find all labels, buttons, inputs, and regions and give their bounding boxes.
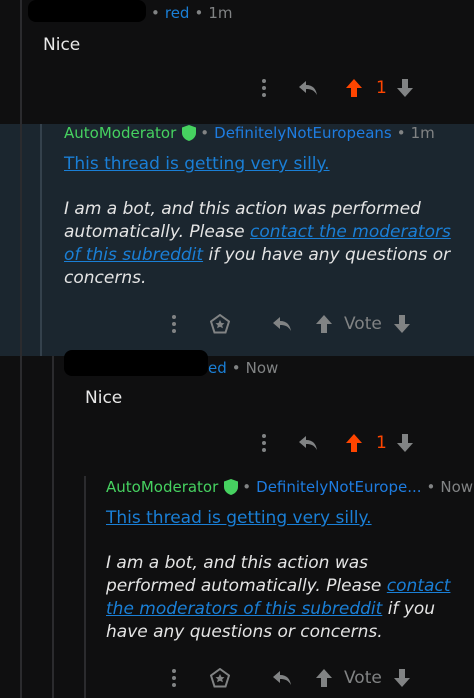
comment-body: Nice — [85, 388, 123, 408]
comment-meta: ed • Now — [208, 359, 278, 377]
meta-dot: • — [231, 359, 241, 377]
mod-reply-meta: AutoModerator • DefinitelyNotEurope... •… — [106, 478, 473, 496]
meta-dot: • — [200, 124, 210, 142]
username[interactable]: ed — [208, 359, 227, 377]
contact-mods-link[interactable]: contact the moderators — [250, 222, 451, 242]
reply-icon[interactable] — [278, 80, 338, 96]
downvote-icon[interactable] — [390, 314, 414, 334]
username[interactable]: red — [165, 4, 190, 22]
upvote-icon[interactable] — [338, 78, 370, 98]
shield-icon — [224, 479, 239, 495]
meta-dot: • — [426, 478, 436, 496]
mod-username[interactable]: AutoModerator — [64, 124, 176, 142]
contact-mods-link[interactable]: contact — [387, 576, 451, 596]
timestamp: 1m — [208, 4, 233, 22]
bot-line: have any questions or concerns. — [106, 622, 383, 642]
mod-username[interactable]: AutoModerator — [106, 478, 218, 496]
subreddit-mods-link[interactable]: of this subreddit — [64, 245, 203, 265]
timestamp: 1m — [410, 124, 435, 142]
timestamp: Now — [440, 478, 474, 496]
bot-line: performed automatically. Please contact — [106, 575, 466, 598]
bot-text: if you — [382, 599, 436, 619]
meta-dot: • — [242, 478, 252, 496]
meta-dot: • — [151, 4, 160, 22]
redacted-username — [64, 350, 208, 376]
bot-text: performed automatically. Please — [106, 576, 387, 596]
meta-dot: • — [396, 124, 406, 142]
subreddit-mods-link[interactable]: the moderators of this subreddit — [106, 599, 382, 619]
thread-line-3[interactable] — [52, 356, 54, 698]
bot-line: of this subreddit if you have any questi… — [64, 244, 464, 267]
mod-reply-meta: AutoModerator • DefinitelyNotEuropeans •… — [64, 124, 435, 142]
mod-reply-actions: Vote — [160, 314, 414, 334]
headline-link[interactable]: This thread is getting very silly. — [106, 507, 466, 530]
timestamp: Now — [245, 359, 279, 377]
bot-line: I am a bot, and this action was performe… — [64, 199, 421, 219]
award-icon[interactable] — [188, 668, 252, 688]
downvote-icon[interactable] — [393, 78, 417, 98]
more-icon[interactable] — [250, 433, 278, 453]
shield-icon — [182, 125, 197, 141]
comment-actions: 1 — [250, 433, 417, 453]
thread-line-2b[interactable] — [40, 124, 42, 356]
bot-text: if you have any questions or — [203, 245, 451, 265]
more-icon[interactable] — [250, 78, 278, 98]
downvote-icon[interactable] — [390, 668, 414, 688]
comment-body: Nice — [43, 35, 81, 55]
reply-icon[interactable] — [278, 435, 338, 451]
thread-line-1b[interactable] — [20, 124, 22, 356]
bot-line: automatically. Please contact the modera… — [64, 221, 464, 244]
reply-icon[interactable] — [252, 316, 312, 332]
bot-line: I am a bot, and this action was — [106, 553, 369, 573]
more-icon[interactable] — [160, 668, 188, 688]
upvote-icon[interactable] — [312, 314, 336, 334]
redacted-username — [28, 0, 146, 22]
upvote-icon[interactable] — [338, 433, 370, 453]
comment-meta: • red • 1m — [146, 4, 232, 22]
downvote-icon[interactable] — [393, 433, 417, 453]
more-icon[interactable] — [160, 314, 188, 334]
subreddit-link[interactable]: DefinitelyNotEurope... — [256, 478, 421, 496]
vote-label: Vote — [344, 668, 382, 688]
mod-reply-body: This thread is getting very silly. I am … — [106, 507, 466, 644]
mod-reply-actions: Vote — [160, 668, 414, 688]
reply-icon[interactable] — [252, 670, 312, 686]
upvote-icon[interactable] — [312, 668, 336, 688]
mod-reply-body: This thread is getting very silly. I am … — [64, 153, 464, 290]
meta-dot: • — [194, 4, 204, 22]
bot-text: automatically. Please — [64, 222, 250, 242]
vote-label: Vote — [344, 314, 382, 334]
vote-count: 1 — [376, 433, 387, 453]
award-icon[interactable] — [188, 314, 252, 334]
bot-line: the moderators of this subreddit if you — [106, 598, 466, 621]
subreddit-link[interactable]: DefinitelyNotEuropeans — [214, 124, 392, 142]
bot-line: concerns. — [64, 268, 147, 288]
comment-actions: 1 — [250, 78, 417, 98]
headline-link[interactable]: This thread is getting very silly. — [64, 153, 464, 176]
vote-count: 1 — [376, 78, 387, 98]
thread-line-4[interactable] — [84, 476, 86, 698]
